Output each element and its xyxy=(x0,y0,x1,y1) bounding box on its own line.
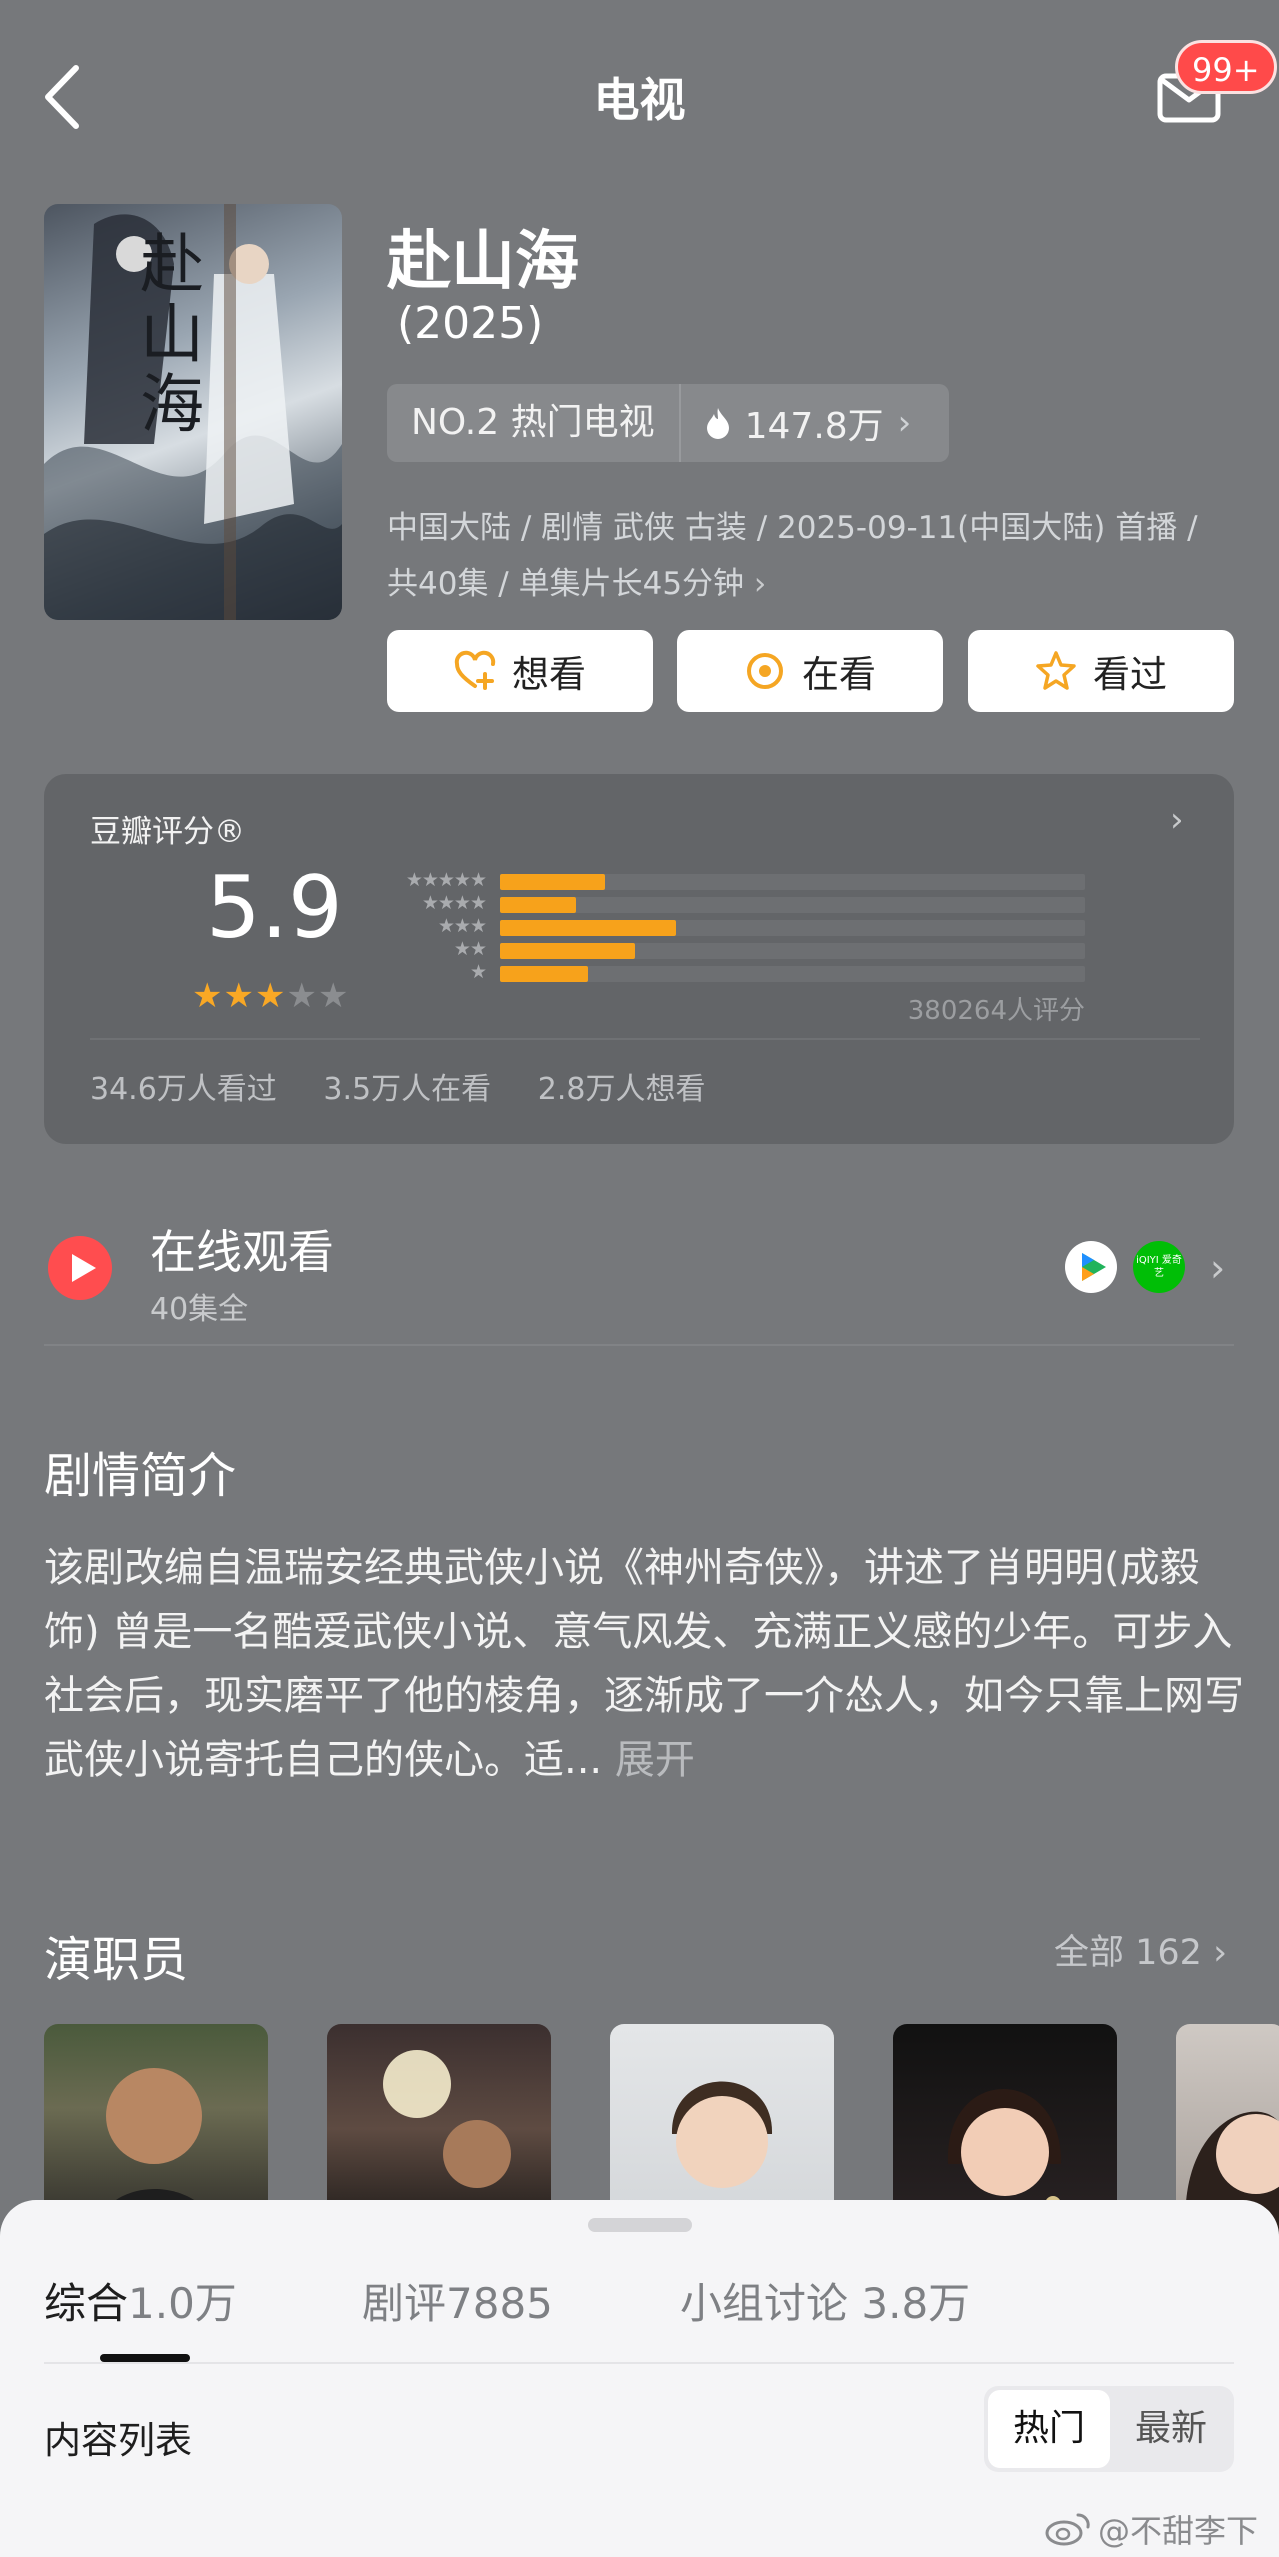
star-filled-icon: ★ xyxy=(223,976,255,1016)
synopsis-title: 剧情简介 xyxy=(44,1448,237,1504)
synopsis-text: 该剧改编自温瑞安经典武侠小说《神州奇侠》，讲述了肖明明(成毅 饰) 曾是一名酷爱… xyxy=(44,1536,1244,1792)
rank-banner[interactable]: NO.2 热门电视 147.8万 › xyxy=(387,384,949,462)
distribution-stars: ★★★★ xyxy=(421,892,487,914)
play-icon[interactable] xyxy=(46,1234,114,1302)
page-title: 电视 xyxy=(593,73,686,127)
rank-label: NO.2 热门电视 xyxy=(387,384,681,462)
iqiyi-icon[interactable]: iQIYI 爱奇艺 xyxy=(1132,1240,1186,1294)
heart-plus-icon xyxy=(454,650,496,690)
sort-hot-button[interactable]: 热门 xyxy=(988,2390,1110,2468)
watermark: @不甜李下 xyxy=(1044,2506,1258,2552)
divider xyxy=(44,1344,1234,1346)
distribution-bar-fill xyxy=(500,943,635,959)
watching-count: 3.5万人在看 xyxy=(323,1072,492,1107)
cast-all-link[interactable]: 全部 162 › xyxy=(1054,1924,1227,1975)
star-filled-icon: ★ xyxy=(254,976,287,1016)
distribution-stars: ★★ xyxy=(453,938,487,960)
tab-label: 综合 xyxy=(44,2279,129,2328)
meta-line-2: 共40集 / 单集片长45分钟 › xyxy=(387,566,767,602)
heat-count: 147.8万 › xyxy=(681,397,912,449)
star-empty-icon: ★ xyxy=(317,976,350,1016)
distribution-stars: ★ xyxy=(469,961,487,983)
tab-group-discussion[interactable]: 小组讨论 3.8万 xyxy=(680,2270,970,2331)
sheet-drag-handle[interactable] xyxy=(588,2218,692,2232)
tab-label: 剧评 xyxy=(362,2279,447,2328)
distribution-bar-fill xyxy=(500,874,606,890)
rating-label: 豆瓣评分® xyxy=(90,814,245,850)
want-count: 2.8万人想看 xyxy=(537,1072,706,1107)
watched-label: 看过 xyxy=(1093,653,1167,696)
divider xyxy=(44,2362,1234,2364)
online-watch-subtitle: 40集全 xyxy=(150,1292,249,1327)
watched-button[interactable]: 看过 xyxy=(968,630,1234,712)
chevron-right-icon: › xyxy=(897,403,912,443)
rating-stars: ★★★★★ xyxy=(192,976,349,1016)
watch-stats: 34.6万人看过 3.5万人在看 2.8万人想看 xyxy=(90,1064,705,1108)
chevron-right-icon[interactable]: › xyxy=(1210,1246,1225,1290)
tab-overview[interactable]: 综合1.0万 xyxy=(44,2270,237,2331)
bottom-sheet xyxy=(0,2200,1279,2557)
distribution-bar-fill xyxy=(500,966,588,982)
show-meta[interactable]: 中国大陆 / 剧情 武侠 古装 / 2025-09-11(中国大陆) 首播 / … xyxy=(387,500,1247,612)
show-year: (2025) xyxy=(397,298,544,349)
cast-title: 演职员 xyxy=(44,1932,189,1988)
star-filled-icon: ★ xyxy=(192,976,224,1016)
distribution-bar-track xyxy=(500,943,1085,959)
poster-title-text: 赴山海 xyxy=(129,230,203,440)
tab-reviews[interactable]: 剧评7885 xyxy=(362,2270,553,2331)
tab-count: 3.8万 xyxy=(861,2279,971,2328)
want-label: 想看 xyxy=(512,653,586,696)
tencent-video-icon[interactable] xyxy=(1064,1240,1118,1294)
fire-icon xyxy=(706,408,729,439)
show-title: 赴山海 xyxy=(387,225,579,299)
vote-count: 380264人评分 xyxy=(907,996,1085,1026)
target-icon xyxy=(747,653,783,689)
iqiyi-label: iQIYI 爱奇艺 xyxy=(1136,1255,1182,1279)
distribution-bar-track xyxy=(500,897,1085,913)
want-to-watch-button[interactable]: 想看 xyxy=(387,630,653,712)
online-watch-title[interactable]: 在线观看 xyxy=(150,1216,334,1282)
distribution-bar-track xyxy=(500,874,1085,890)
weibo-icon xyxy=(1045,2513,1090,2546)
tab-indicator xyxy=(100,2354,190,2362)
chevron-right-icon: › xyxy=(753,566,767,602)
distribution-stars: ★★★ xyxy=(437,915,487,937)
distribution-bar-fill xyxy=(500,897,577,913)
watching-button[interactable]: 在看 xyxy=(677,630,943,712)
rating-score: 5.9 xyxy=(206,858,343,958)
tab-count: 7885 xyxy=(446,2279,553,2328)
watermark-text: @不甜李下 xyxy=(1098,2512,1259,2550)
tab-label: 小组讨论 xyxy=(680,2279,849,2328)
distribution-bar-track xyxy=(500,966,1085,982)
content-list-label: 内容列表 xyxy=(44,2419,192,2462)
meta-line-1: 中国大陆 / 剧情 武侠 古装 / 2025-09-11(中国大陆) 首播 / xyxy=(387,510,1198,546)
distribution-bar-track xyxy=(500,920,1085,936)
watching-label: 在看 xyxy=(802,653,876,696)
expand-link[interactable]: 展开 xyxy=(615,1737,695,1783)
heat-value: 147.8万 xyxy=(744,406,884,447)
tab-count: 1.0万 xyxy=(128,2279,237,2328)
star-icon xyxy=(1036,651,1076,690)
notification-badge: 99+ xyxy=(1175,40,1277,94)
star-empty-icon: ★ xyxy=(286,976,318,1016)
distribution-bar-fill xyxy=(500,920,676,936)
distribution-stars: ★★★★★ xyxy=(405,869,487,891)
chevron-right-icon[interactable]: › xyxy=(1170,800,1184,840)
sort-new-button[interactable]: 最新 xyxy=(1112,2390,1230,2468)
divider xyxy=(90,1038,1200,1040)
watched-count: 34.6万人看过 xyxy=(90,1072,277,1107)
